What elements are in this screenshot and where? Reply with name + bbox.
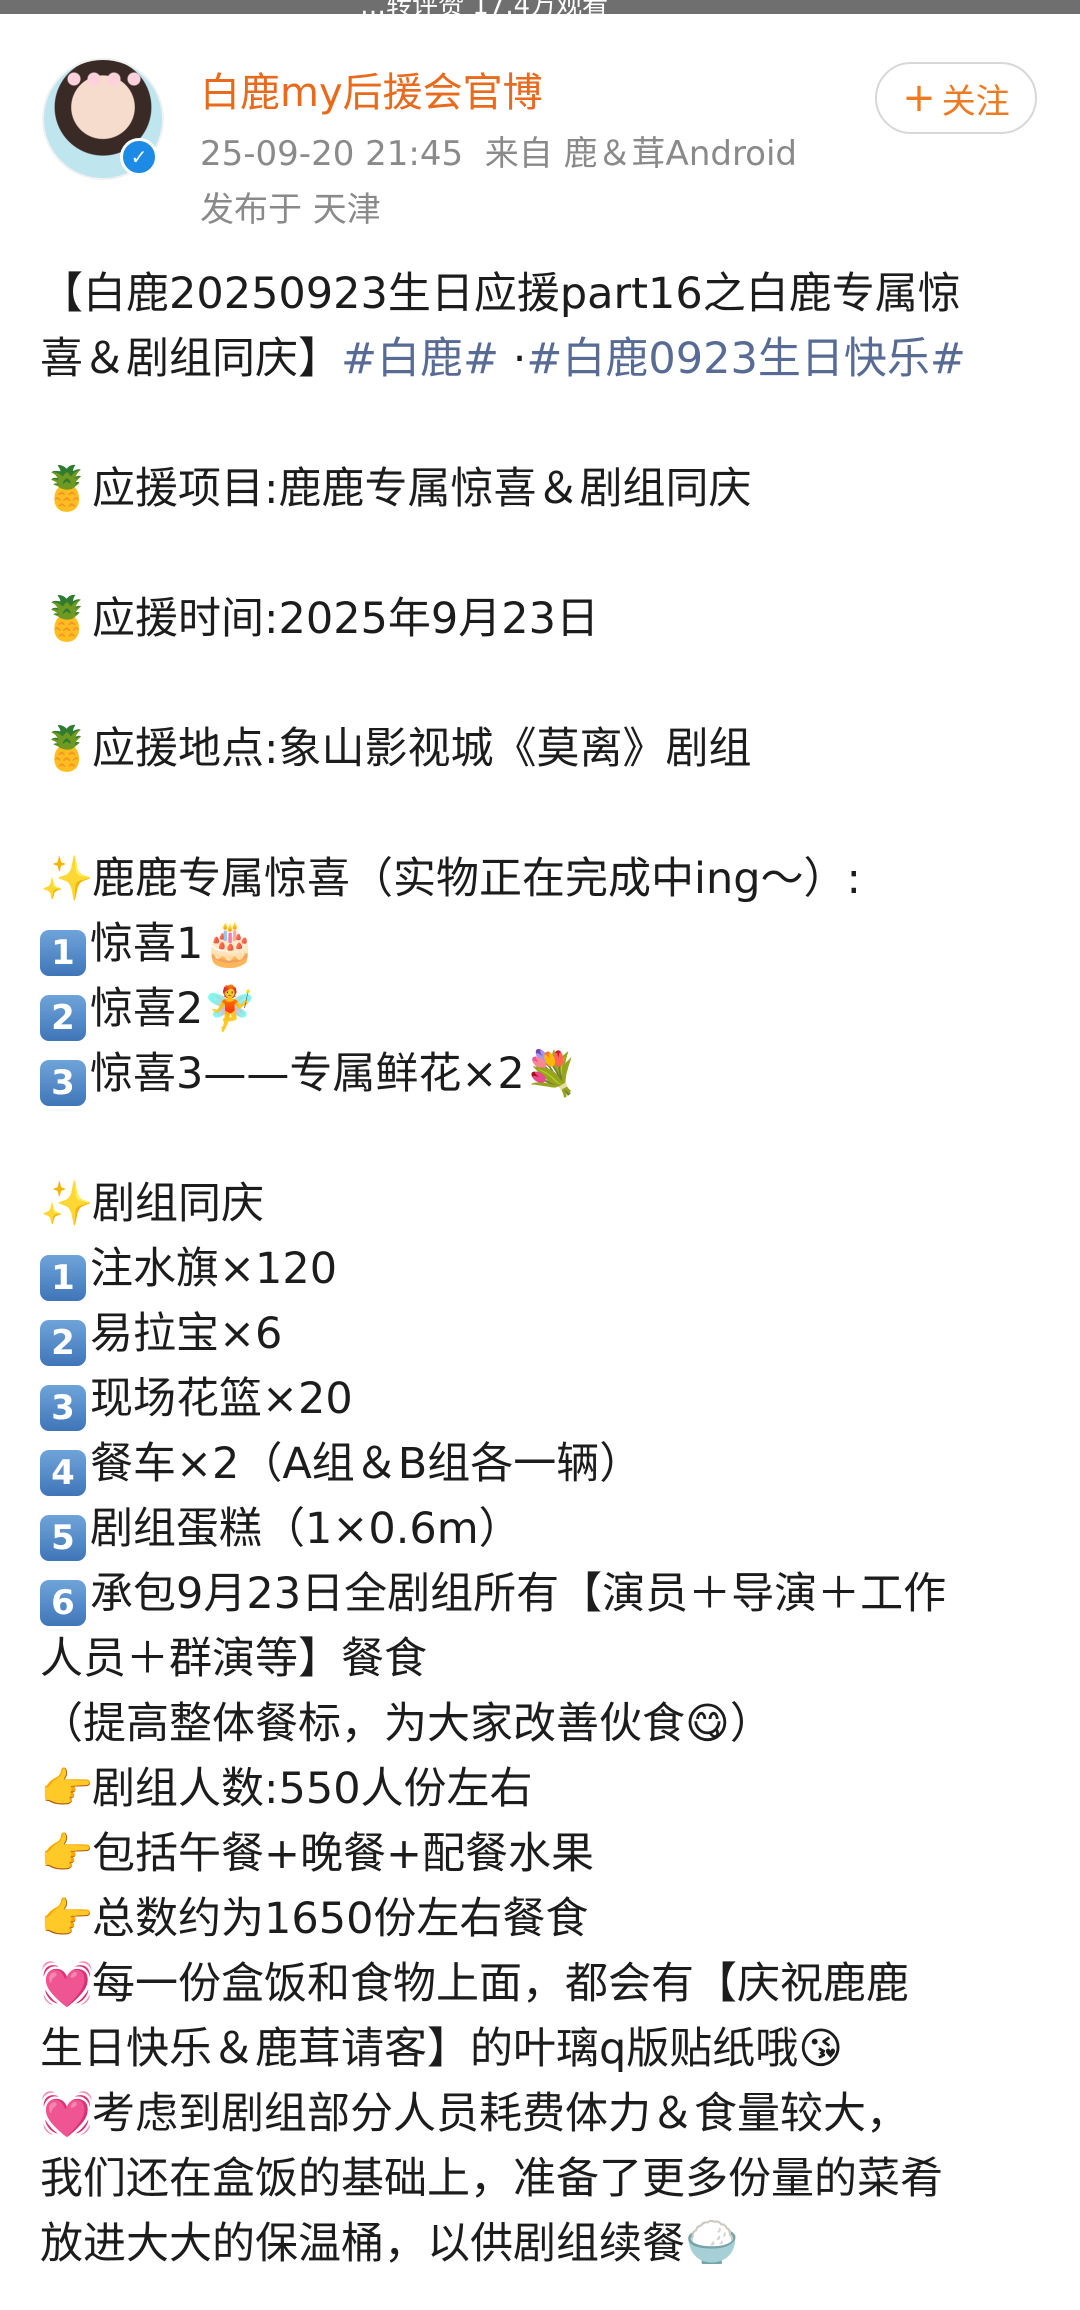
pointing-right-icon: 👉	[40, 1829, 94, 1879]
surprise-item: 3 惊喜3——专属鲜花×2💐	[40, 1042, 1050, 1107]
number-1-icon: 1	[40, 1255, 86, 1301]
status-text: …转评赞 17.4万观看	[360, 0, 608, 14]
surprise-text: 惊喜3——专属鲜花×2	[90, 1049, 525, 1099]
item-place: 🍍应援地点:象山影视城《莫离》剧组	[40, 717, 1050, 782]
number-5-icon: 5	[40, 1515, 86, 1561]
crew-item-text: 剧组蛋糕（1×0.6m）	[90, 1504, 522, 1554]
pineapple-icon: 🍍	[40, 724, 94, 774]
bouquet-icon: 💐	[524, 1049, 579, 1099]
kiss-face-icon: 😘	[798, 2024, 844, 2074]
crew-item: 3 现场花篮×20	[40, 1367, 1050, 1432]
crew-item: 6 承包9月23日全剧组所有【演员＋导演＋工作	[40, 1562, 1050, 1627]
sparkles-icon: ✨	[40, 1179, 94, 1229]
heart-note-text: 放进大大的保温桶，以供剧组续餐	[40, 2219, 685, 2269]
crew-item-text: 现场花篮×20	[90, 1374, 353, 1424]
post-source[interactable]: 鹿＆茸Android	[564, 134, 797, 174]
plus-icon: +	[902, 75, 936, 121]
pineapple-icon: 🍍	[40, 594, 94, 644]
flower-crown-decoration	[64, 68, 142, 90]
follow-label: 关注	[941, 81, 1010, 122]
hashtag-birthday[interactable]: #白鹿0923生日快乐#	[526, 334, 966, 384]
crew-item: 5 剧组蛋糕（1×0.6m）	[40, 1497, 1050, 1562]
number-1-icon: 1	[40, 930, 86, 976]
number-3-icon: 3	[40, 1385, 86, 1431]
heart-note-2-cont: 我们还在盒饭的基础上，准备了更多份量的菜肴	[40, 2154, 943, 2204]
crew-item-text: 承包9月23日全剧组所有【演员＋导演＋工作	[90, 1569, 947, 1619]
heart-note-2: 💓考虑到剧组部分人员耗费体力＆食量较大，	[40, 2082, 1050, 2147]
crew-item-text: 易拉宝×6	[90, 1309, 283, 1359]
point-item: 👉总数约为1650份左右餐食	[40, 1887, 1050, 1952]
crew-heading: ✨剧组同庆	[40, 1172, 1050, 1237]
crew-item: 4 餐车×2（A组＆B组各一辆）	[40, 1432, 1050, 1497]
pineapple-icon: 🍍	[40, 464, 94, 514]
hashtag-bailu[interactable]: #白鹿#	[341, 334, 499, 384]
point-text: 剧组人数:550人份左右	[92, 1764, 533, 1814]
number-3-icon: 3	[40, 1060, 86, 1106]
title-line-2-text: 喜＆剧组同庆】	[40, 334, 341, 384]
point-item: 👉剧组人数:550人份左右	[40, 1757, 1050, 1822]
status-bar: …转评赞 17.4万观看	[0, 0, 1080, 14]
item-project: 🍍应援项目:鹿鹿专属惊喜＆剧组同庆	[40, 457, 1050, 522]
item-time: 🍍应援时间:2025年9月23日	[40, 587, 1050, 652]
item-place-text: 应援地点:象山影视城《莫离》剧组	[92, 724, 752, 774]
bottom-fade	[0, 2264, 1080, 2310]
cake-icon: 🎂	[203, 919, 257, 969]
post-meta: 25-09-20 21:45 来自 鹿＆茸Android	[200, 126, 797, 175]
crew-item-continuation: 人员＋群演等】餐食	[40, 1634, 427, 1684]
crew-heading-text: 剧组同庆	[92, 1179, 264, 1229]
surprise-text: 惊喜2	[90, 984, 204, 1034]
post-location: 发布于 天津	[200, 190, 381, 230]
source-prefix: 来自	[484, 134, 553, 174]
surprise-item: 1 惊喜1🎂	[40, 912, 1050, 977]
number-4-icon: 4	[40, 1450, 86, 1496]
crew-item: 1 注水旗×120	[40, 1237, 1050, 1302]
heart-note-1-cont: 生日快乐＆鹿茸请客】的叶璃q版贴纸哦😘	[40, 2017, 1050, 2082]
beating-heart-icon: 💓	[40, 1959, 94, 2009]
point-item: 👉包括午餐+晚餐+配餐水果	[40, 1822, 1050, 1887]
crew-note-end: ）	[729, 1699, 773, 1749]
pointing-right-icon: 👉	[40, 1894, 94, 1944]
yum-face-icon: 😋	[685, 1699, 730, 1749]
surprise-item: 2 惊喜2🧚	[40, 977, 1050, 1042]
title-line-1: 【白鹿20250923生日应援part16之白鹿专属惊	[40, 269, 961, 319]
follow-button[interactable]: + 关注	[875, 62, 1037, 134]
crew-item-note: （提高整体餐标，为大家改善伙食😋）	[40, 1692, 1050, 1757]
heart-note-text: 每一份盒饭和食物上面，都会有【庆祝鹿鹿	[92, 1959, 909, 2009]
surprise-heading: ✨鹿鹿专属惊喜（实物正在完成中ing～）:	[40, 847, 1050, 912]
title-line-2: 喜＆剧组同庆】#白鹿# ·#白鹿0923生日快乐#	[40, 327, 1050, 392]
crew-item-text: 餐车×2（A组＆B组各一辆）	[90, 1439, 643, 1489]
post-content: 【白鹿20250923生日应援part16之白鹿专属惊 喜＆剧组同庆】#白鹿# …	[40, 262, 1050, 2277]
fairy-icon: 🧚	[203, 984, 257, 1034]
beating-heart-icon: 💓	[40, 2089, 94, 2139]
heart-note-text: 生日快乐＆鹿茸请客】的叶璃q版贴纸哦	[40, 2024, 799, 2074]
item-project-text: 应援项目:鹿鹿专属惊喜＆剧组同庆	[92, 464, 752, 514]
crew-note-text: （提高整体餐标，为大家改善伙食	[40, 1699, 685, 1749]
heart-note-text: 考虑到剧组部分人员耗费体力＆食量较大，	[92, 2089, 909, 2139]
surprise-heading-text: 鹿鹿专属惊喜（实物正在完成中ing～）:	[92, 854, 861, 904]
item-time-text: 应援时间:2025年9月23日	[92, 594, 599, 644]
heart-note-1: 💓每一份盒饭和食物上面，都会有【庆祝鹿鹿	[40, 1952, 1050, 2017]
author-name[interactable]: 白鹿my后援会官博	[200, 60, 543, 118]
surprise-text: 惊喜1	[90, 919, 204, 969]
rice-bowl-icon: 🍚	[685, 2219, 739, 2269]
point-text: 包括午餐+晚餐+配餐水果	[92, 1829, 595, 1879]
number-6-icon: 6	[40, 1580, 86, 1626]
crew-item-text: 注水旗×120	[90, 1244, 338, 1294]
hashtag-separator: ·	[499, 334, 527, 384]
crew-item: 2 易拉宝×6	[40, 1302, 1050, 1367]
post-timestamp: 25-09-20 21:45	[200, 134, 464, 174]
number-2-icon: 2	[40, 995, 86, 1041]
verified-badge-icon: ✓	[120, 138, 158, 176]
sparkles-icon: ✨	[40, 854, 94, 904]
point-text: 总数约为1650份左右餐食	[92, 1894, 589, 1944]
number-2-icon: 2	[40, 1320, 86, 1366]
pointing-right-icon: 👉	[40, 1764, 94, 1814]
